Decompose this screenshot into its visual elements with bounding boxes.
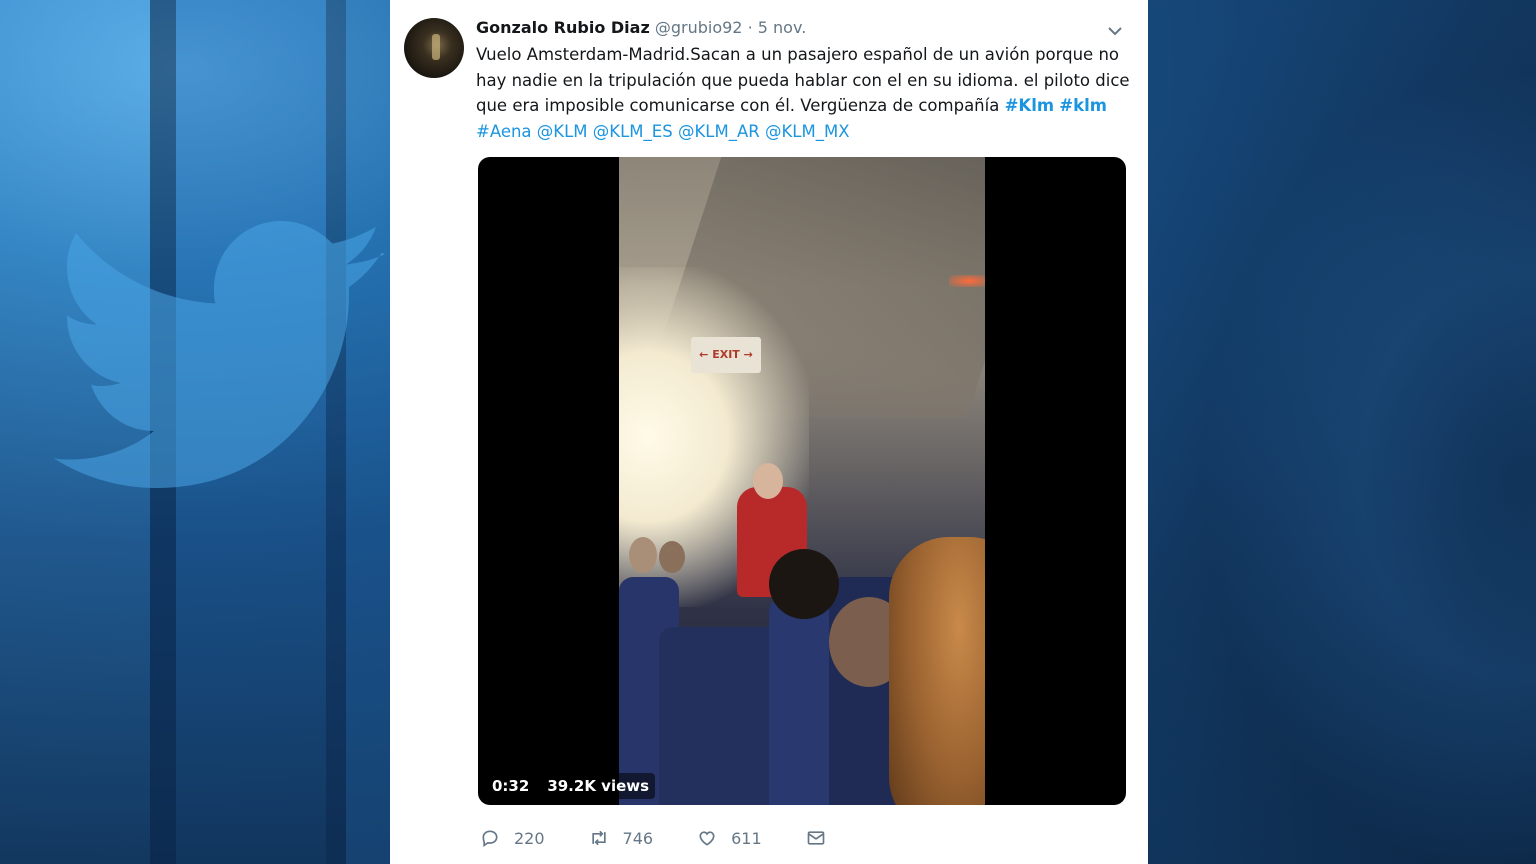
twitter-bird-icon (53, 221, 386, 488)
tweet-card: Gonzalo Rubio Diaz @grubio92 · 5 nov. Vu… (390, 0, 1148, 864)
header-separator: · (747, 18, 753, 37)
avatar[interactable] (404, 18, 464, 78)
tweet-text-line: que era imposible comunicarse con él. Ve… (476, 93, 1116, 119)
reply-count: 220 (514, 828, 545, 848)
tweet-text-line: hay nadie en la tripulación que pueda ha… (476, 70, 1130, 90)
tweet-text: Vuelo Amsterdam-Madrid.Sacan a un pasaje… (476, 42, 1130, 145)
tweet-text-fragment: que era imposible comunicarse con él. Ve… (476, 96, 1000, 115)
mention-link[interactable]: @KLM_AR (678, 122, 760, 141)
author-handle[interactable]: @grubio92 (655, 18, 743, 37)
video-meta: 0:32 39.2K views (486, 773, 656, 799)
like-count: 611 (731, 828, 762, 848)
tweet-text-line: #Aena @KLM @KLM_ES @KLM_AR @KLM_MX (476, 119, 1116, 145)
video-frame: ← EXIT → (619, 157, 985, 805)
mention-link[interactable]: @KLM_ES (593, 122, 673, 141)
mention-link[interactable]: @KLM (537, 122, 588, 141)
retweet-button[interactable]: 746 (589, 828, 654, 848)
video-player[interactable]: ← EXIT → 0:32 39.2K views (478, 157, 1126, 805)
like-button[interactable]: 611 (697, 828, 762, 848)
exit-sign: ← EXIT → (691, 337, 761, 373)
reply-button[interactable]: 220 (480, 828, 545, 848)
retweet-count: 746 (622, 828, 654, 848)
tweet-text-line: Vuelo Amsterdam-Madrid.Sacan a un pasaje… (476, 45, 1120, 64)
message-button[interactable] (806, 828, 840, 848)
retweet-icon (591, 830, 606, 846)
background-glow (1148, 0, 1536, 864)
hashtag-link[interactable]: #klm (1059, 96, 1107, 115)
tweet-actions: 220 746 611 (480, 824, 884, 852)
reply-icon (482, 830, 498, 848)
mention-link[interactable]: @KLM_MX (765, 122, 850, 141)
video-duration: 0:32 (486, 773, 536, 799)
like-icon (699, 831, 715, 846)
chevron-down-icon[interactable] (1106, 24, 1124, 38)
author-name[interactable]: Gonzalo Rubio Diaz (476, 18, 650, 37)
video-views: 39.2K views (541, 773, 656, 799)
message-icon (807, 831, 824, 845)
tweet-date[interactable]: 5 nov. (758, 18, 807, 37)
hashtag-link[interactable]: #Klm (1005, 96, 1054, 115)
hashtag-link[interactable]: #Aena (476, 122, 532, 141)
tweet-header: Gonzalo Rubio Diaz @grubio92 · 5 nov. (476, 18, 806, 37)
